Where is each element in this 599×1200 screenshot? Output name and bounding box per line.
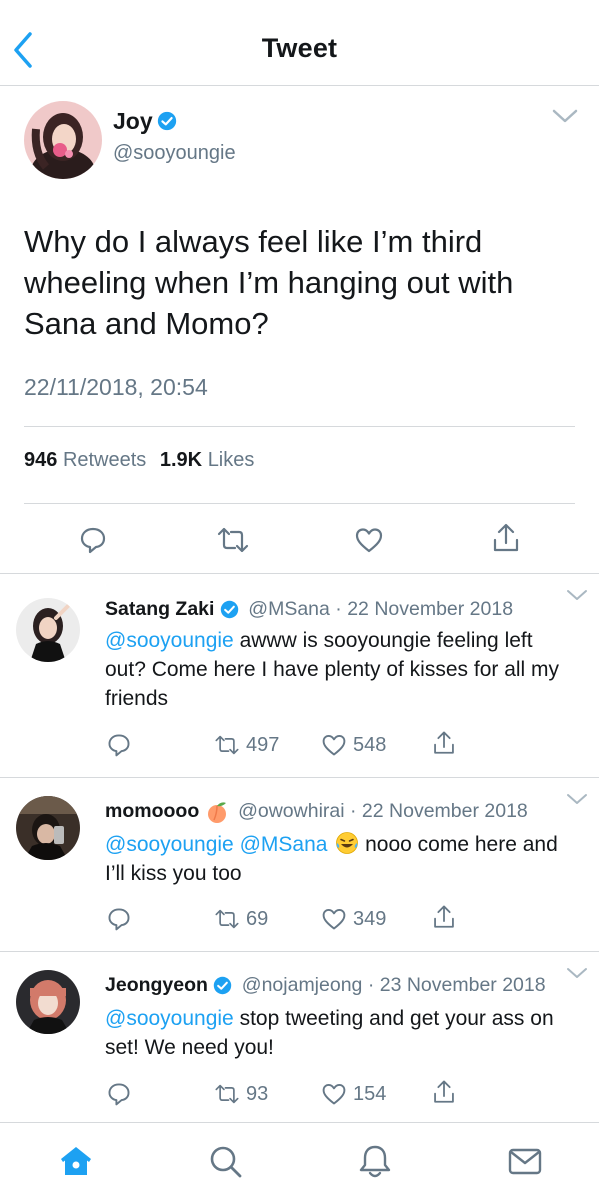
reply-text: @sooyoungie awww is sooyoungie feeling l… xyxy=(105,629,560,710)
reply-meta: @nojamjeong · 23 November 2018 xyxy=(241,974,546,996)
verified-badge-icon xyxy=(157,111,176,131)
reply-text: @sooyoungie @MSana nooo come here and I’… xyxy=(105,832,558,885)
reply-actions: 69 349 xyxy=(0,904,599,936)
like-icon xyxy=(322,734,346,756)
main-tweet: Joy @sooyoungie Why do I always feel lik… xyxy=(0,86,599,574)
top-bar: Tweet xyxy=(0,0,599,86)
author-name[interactable]: Joy xyxy=(113,108,177,135)
home-icon[interactable] xyxy=(56,1141,96,1181)
retweet-button[interactable]: 93 xyxy=(214,1081,268,1107)
like-icon xyxy=(322,908,346,930)
reply-author-name[interactable]: Jeongyeon xyxy=(105,974,208,996)
like-icon[interactable] xyxy=(354,525,384,555)
reply-actions: 93 154 xyxy=(0,1079,599,1111)
retweets-count[interactable]: 946 xyxy=(24,449,57,471)
chevron-down-icon[interactable] xyxy=(566,966,588,980)
retweet-count: 69 xyxy=(246,907,269,930)
mention-link[interactable]: @sooyoungie @MSana xyxy=(105,833,327,856)
reply-meta: @owowhirai · 22 November 2018 xyxy=(238,800,528,823)
reply-header: Satang Zaki @MSana · 22 November 2018 xyxy=(105,598,513,621)
retweet-button[interactable]: 497 xyxy=(214,732,279,758)
like-count: 349 xyxy=(353,907,387,930)
avatar[interactable] xyxy=(16,598,80,662)
tweet-timestamp: 22/11/2018, 20:54 xyxy=(24,374,208,400)
reply-header: momoooo @owowhirai · 22 November 2018 xyxy=(105,800,528,824)
verified-badge-icon xyxy=(220,601,239,619)
peach-icon xyxy=(207,802,226,823)
likes-count[interactable]: 1.9K xyxy=(160,449,202,471)
retweet-count: 497 xyxy=(246,733,280,756)
reply-header: Jeongyeon @nojamjeong · 23 November 2018 xyxy=(105,974,546,997)
search-icon[interactable] xyxy=(205,1141,245,1181)
reply-icon[interactable] xyxy=(78,525,108,555)
mention-link[interactable]: @sooyoungie xyxy=(105,629,234,652)
retweet-icon xyxy=(215,735,239,755)
reply-tweet[interactable]: Satang Zaki @MSana · 22 November 2018 @s… xyxy=(0,574,599,778)
retweet-icon[interactable] xyxy=(216,525,249,555)
tweet-stats: 946 Retweets 1.9K Likes xyxy=(24,449,254,472)
like-count: 548 xyxy=(353,733,387,756)
likes-label[interactable]: Likes xyxy=(208,449,255,471)
chevron-down-icon[interactable] xyxy=(566,588,588,602)
chevron-down-icon[interactable] xyxy=(566,792,588,806)
reply-author-name[interactable]: Satang Zaki xyxy=(105,598,214,620)
retweet-count: 93 xyxy=(246,1082,269,1105)
share-icon[interactable] xyxy=(491,522,521,552)
divider xyxy=(24,426,575,427)
share-icon[interactable] xyxy=(431,904,457,930)
reply-icon[interactable] xyxy=(106,1081,132,1107)
tweet-actions xyxy=(0,522,599,558)
messages-icon[interactable] xyxy=(505,1141,545,1181)
tweet-text: Why do I always feel like I’m third whee… xyxy=(24,224,514,341)
reply-icon[interactable] xyxy=(106,906,132,932)
chevron-down-icon[interactable] xyxy=(551,106,579,126)
mention-link[interactable]: @sooyoungie xyxy=(105,1007,234,1030)
reply-meta: @MSana · 22 November 2018 xyxy=(248,598,514,620)
retweet-icon xyxy=(215,1084,239,1104)
retweet-button[interactable]: 69 xyxy=(214,906,268,932)
like-button[interactable]: 349 xyxy=(321,906,386,932)
reply-icon[interactable] xyxy=(106,732,132,758)
share-icon[interactable] xyxy=(431,1079,457,1105)
avatar[interactable] xyxy=(24,101,102,179)
reply-author-name[interactable]: momoooo xyxy=(105,800,199,822)
reply-tweet[interactable]: momoooo @owowhirai · 22 November 2018 @s… xyxy=(0,778,599,952)
like-icon xyxy=(322,1083,346,1105)
page-title: Tweet xyxy=(261,33,338,63)
notifications-icon[interactable] xyxy=(355,1141,395,1181)
verified-badge-icon xyxy=(214,977,232,995)
like-button[interactable]: 154 xyxy=(321,1081,386,1107)
reply-actions: 497 548 xyxy=(0,730,599,762)
retweets-label[interactable]: Retweets xyxy=(63,449,146,471)
avatar[interactable] xyxy=(16,796,80,860)
share-icon[interactable] xyxy=(431,730,457,756)
like-button[interactable]: 548 xyxy=(321,732,386,758)
reply-text: @sooyoungie stop tweeting and get your a… xyxy=(105,1007,554,1059)
laughing-tears-icon xyxy=(336,832,359,854)
avatar[interactable] xyxy=(16,970,80,1034)
divider xyxy=(24,503,575,504)
author-handle[interactable]: @sooyoungie xyxy=(113,142,236,165)
like-count: 154 xyxy=(353,1082,387,1105)
retweet-icon xyxy=(215,909,239,929)
reply-tweet[interactable]: Jeongyeon @nojamjeong · 23 November 2018… xyxy=(0,952,599,1122)
bottom-tab-bar xyxy=(0,1122,599,1200)
